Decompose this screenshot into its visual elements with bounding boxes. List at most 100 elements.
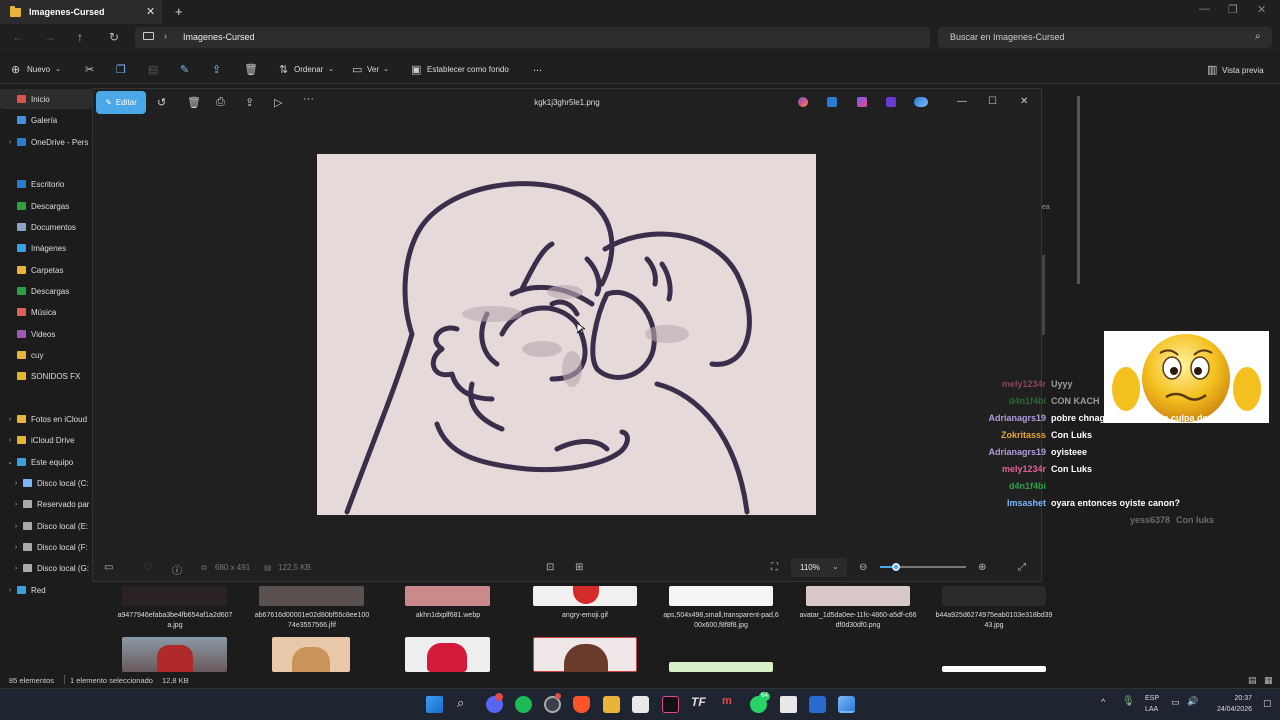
sidebar-item-escritorio[interactable]: Escritorio <box>0 174 92 194</box>
share-icon[interactable]: ⇪ <box>245 96 254 109</box>
scrollbar[interactable] <box>1077 96 1080 284</box>
file-thumbnail[interactable] <box>533 637 637 673</box>
copilot-icon[interactable] <box>798 97 808 107</box>
paste-icon[interactable]: ▤ <box>148 63 158 76</box>
snipping-tool-icon[interactable] <box>632 696 649 713</box>
spotify-icon[interactable] <box>515 696 532 713</box>
brave-icon[interactable] <box>573 696 590 713</box>
language-indicator[interactable]: ESP <box>1145 695 1159 702</box>
chevron-down-icon[interactable]: ⌄ <box>55 65 61 73</box>
image-canvas[interactable] <box>317 154 816 515</box>
file-name[interactable]: avatar_1d5da0ee-11fc-4860-a5df-c66df0d30… <box>799 611 917 631</box>
file-thumbnail[interactable] <box>122 637 227 672</box>
zoom-level[interactable]: 110% <box>800 563 820 572</box>
up-icon[interactable]: ↑ <box>77 30 83 44</box>
search-icon[interactable]: ⌕ <box>1255 31 1261 42</box>
chevron-down-icon[interactable]: ⌄ <box>832 562 839 571</box>
sidebar-item-disco-local-g[interactable]: › Disco local (G: <box>0 558 92 578</box>
app-icon[interactable] <box>809 696 826 713</box>
chevron-down-icon[interactable]: ⌄ <box>6 458 14 466</box>
file-thumbnail[interactable] <box>533 586 637 606</box>
file-name[interactable]: a9477946efaba3be4fb654af1a2d607a.jpg <box>116 611 234 631</box>
file-name[interactable]: angry-emoji.gif <box>526 611 644 621</box>
filmstrip-icon[interactable]: ▭ <box>104 562 113 573</box>
chevron-right-icon[interactable]: › <box>6 587 14 594</box>
new-tab-icon[interactable]: + <box>175 4 183 19</box>
sort-button[interactable]: Ordenar <box>294 65 323 74</box>
sidebar-item-descargas[interactable]: Descargas <box>0 196 92 216</box>
clipchamp-icon[interactable] <box>886 97 896 107</box>
close-icon[interactable]: ✕ <box>1020 96 1028 107</box>
details-view-icon[interactable]: ▤ <box>1248 675 1257 686</box>
chevron-right-icon[interactable]: › <box>12 565 20 572</box>
sidebar-item-disco-local-c[interactable]: › Disco local (C: <box>0 473 92 493</box>
file-explorer-icon[interactable] <box>603 696 620 713</box>
fit-to-window-icon[interactable]: ⛶ <box>771 562 778 573</box>
zoom-slider-handle[interactable] <box>892 563 900 571</box>
sidebar-item-sonidos-fx[interactable]: SONIDOS FX <box>0 366 92 386</box>
preview-button[interactable]: Vista previa <box>1222 66 1264 75</box>
search-icon[interactable]: ⌕ <box>457 695 464 711</box>
file-thumbnail[interactable] <box>405 637 490 672</box>
maximize-icon[interactable]: ☐ <box>988 96 997 107</box>
scrollbar[interactable] <box>1042 255 1045 335</box>
zoom-out-icon[interactable]: ⊖ <box>859 562 867 573</box>
edit-button[interactable]: ✎ Editar <box>96 91 146 114</box>
ocr-icon[interactable]: ⊞ <box>575 562 583 573</box>
keyboard-layout[interactable]: LAA <box>1145 706 1158 713</box>
file-thumbnail[interactable] <box>669 662 773 672</box>
more-options-icon[interactable]: ··· <box>303 93 314 105</box>
delete-icon[interactable]: 🗑 <box>244 63 258 76</box>
chevron-right-icon[interactable]: › <box>6 437 14 444</box>
back-icon[interactable]: ← <box>12 30 24 44</box>
close-window-icon[interactable]: ✕ <box>1257 3 1266 16</box>
chevron-right-icon[interactable]: › <box>6 139 14 146</box>
clock-time[interactable]: 20:37 <box>1212 695 1252 702</box>
file-name[interactable]: b44a925d6274975eab0103e318bd3943.jpg <box>935 611 1053 631</box>
print-icon[interactable]: ⎙ <box>216 96 225 109</box>
fullscreen-icon[interactable]: ⤢ <box>1018 562 1026 573</box>
network-icon[interactable]: ▭ <box>1171 697 1180 708</box>
tf-app-icon[interactable]: TF <box>691 695 706 709</box>
chevron-up-icon[interactable]: ^ <box>1101 697 1105 707</box>
chevron-right-icon[interactable]: › <box>12 501 20 508</box>
chevron-right-icon[interactable]: › <box>12 523 20 530</box>
minimize-icon[interactable]: — <box>1199 3 1210 15</box>
photos-icon[interactable] <box>838 696 855 713</box>
notifications-icon[interactable]: ▢ <box>1263 698 1272 709</box>
file-name[interactable]: akhn1dxplf681.webp <box>389 611 507 621</box>
set-background-button[interactable]: Establecer como fondo <box>427 65 509 74</box>
chevron-down-icon[interactable]: ⌄ <box>383 65 389 73</box>
file-name[interactable]: aps,504x498,small,transparent-pad,600x60… <box>662 611 780 631</box>
paint-icon[interactable] <box>857 97 867 107</box>
chevron-right-icon[interactable]: › <box>6 416 14 423</box>
sidebar-item-icloud-drive[interactable]: › iCloud Drive <box>0 430 92 450</box>
tab-close-icon[interactable]: ✕ <box>146 5 155 18</box>
tiktok-icon[interactable] <box>662 696 679 713</box>
chevron-right-icon[interactable]: › <box>164 31 167 41</box>
sidebar-item-inicio[interactable]: Inicio <box>0 89 92 109</box>
onedrive-icon[interactable] <box>914 97 928 107</box>
windows-start-icon[interactable] <box>426 696 443 713</box>
sidebar-item-cuy[interactable]: cuy <box>0 345 92 365</box>
clock-date[interactable]: 24/04/2026 <box>1205 706 1252 713</box>
sidebar-item-disco-local-e[interactable]: › Disco local (E: <box>0 516 92 536</box>
info-icon[interactable]: ⓘ <box>172 562 182 577</box>
sidebar-item-música[interactable]: Música <box>0 302 92 322</box>
notepad-icon[interactable] <box>780 696 797 713</box>
view-button[interactable]: Ver <box>367 65 379 74</box>
sidebar-item-disco-local-f[interactable]: › Disco local (F: <box>0 537 92 557</box>
sidebar-item-descargas[interactable]: Descargas <box>0 281 92 301</box>
volume-icon[interactable]: 🔊 <box>1187 696 1198 707</box>
rename-icon[interactable]: ✎ <box>180 63 189 76</box>
forward-icon[interactable]: → <box>44 30 56 44</box>
sidebar-item-videos[interactable]: Videos <box>0 324 92 344</box>
visual-search-icon[interactable]: ⊡ <box>546 562 554 573</box>
file-name[interactable]: ab67616d00001e02d80bf55c8ee10074e3557566… <box>253 611 371 631</box>
app-m-icon[interactable]: m <box>722 695 732 707</box>
cut-icon[interactable]: ✂ <box>85 63 94 76</box>
rotate-icon[interactable]: ↺ <box>157 96 166 109</box>
sidebar-item-fotos-en-icloud[interactable]: › Fotos en iCloud <box>0 409 92 429</box>
favorite-icon[interactable]: ♡ <box>143 562 152 573</box>
restore-icon[interactable]: ❐ <box>1228 3 1238 16</box>
